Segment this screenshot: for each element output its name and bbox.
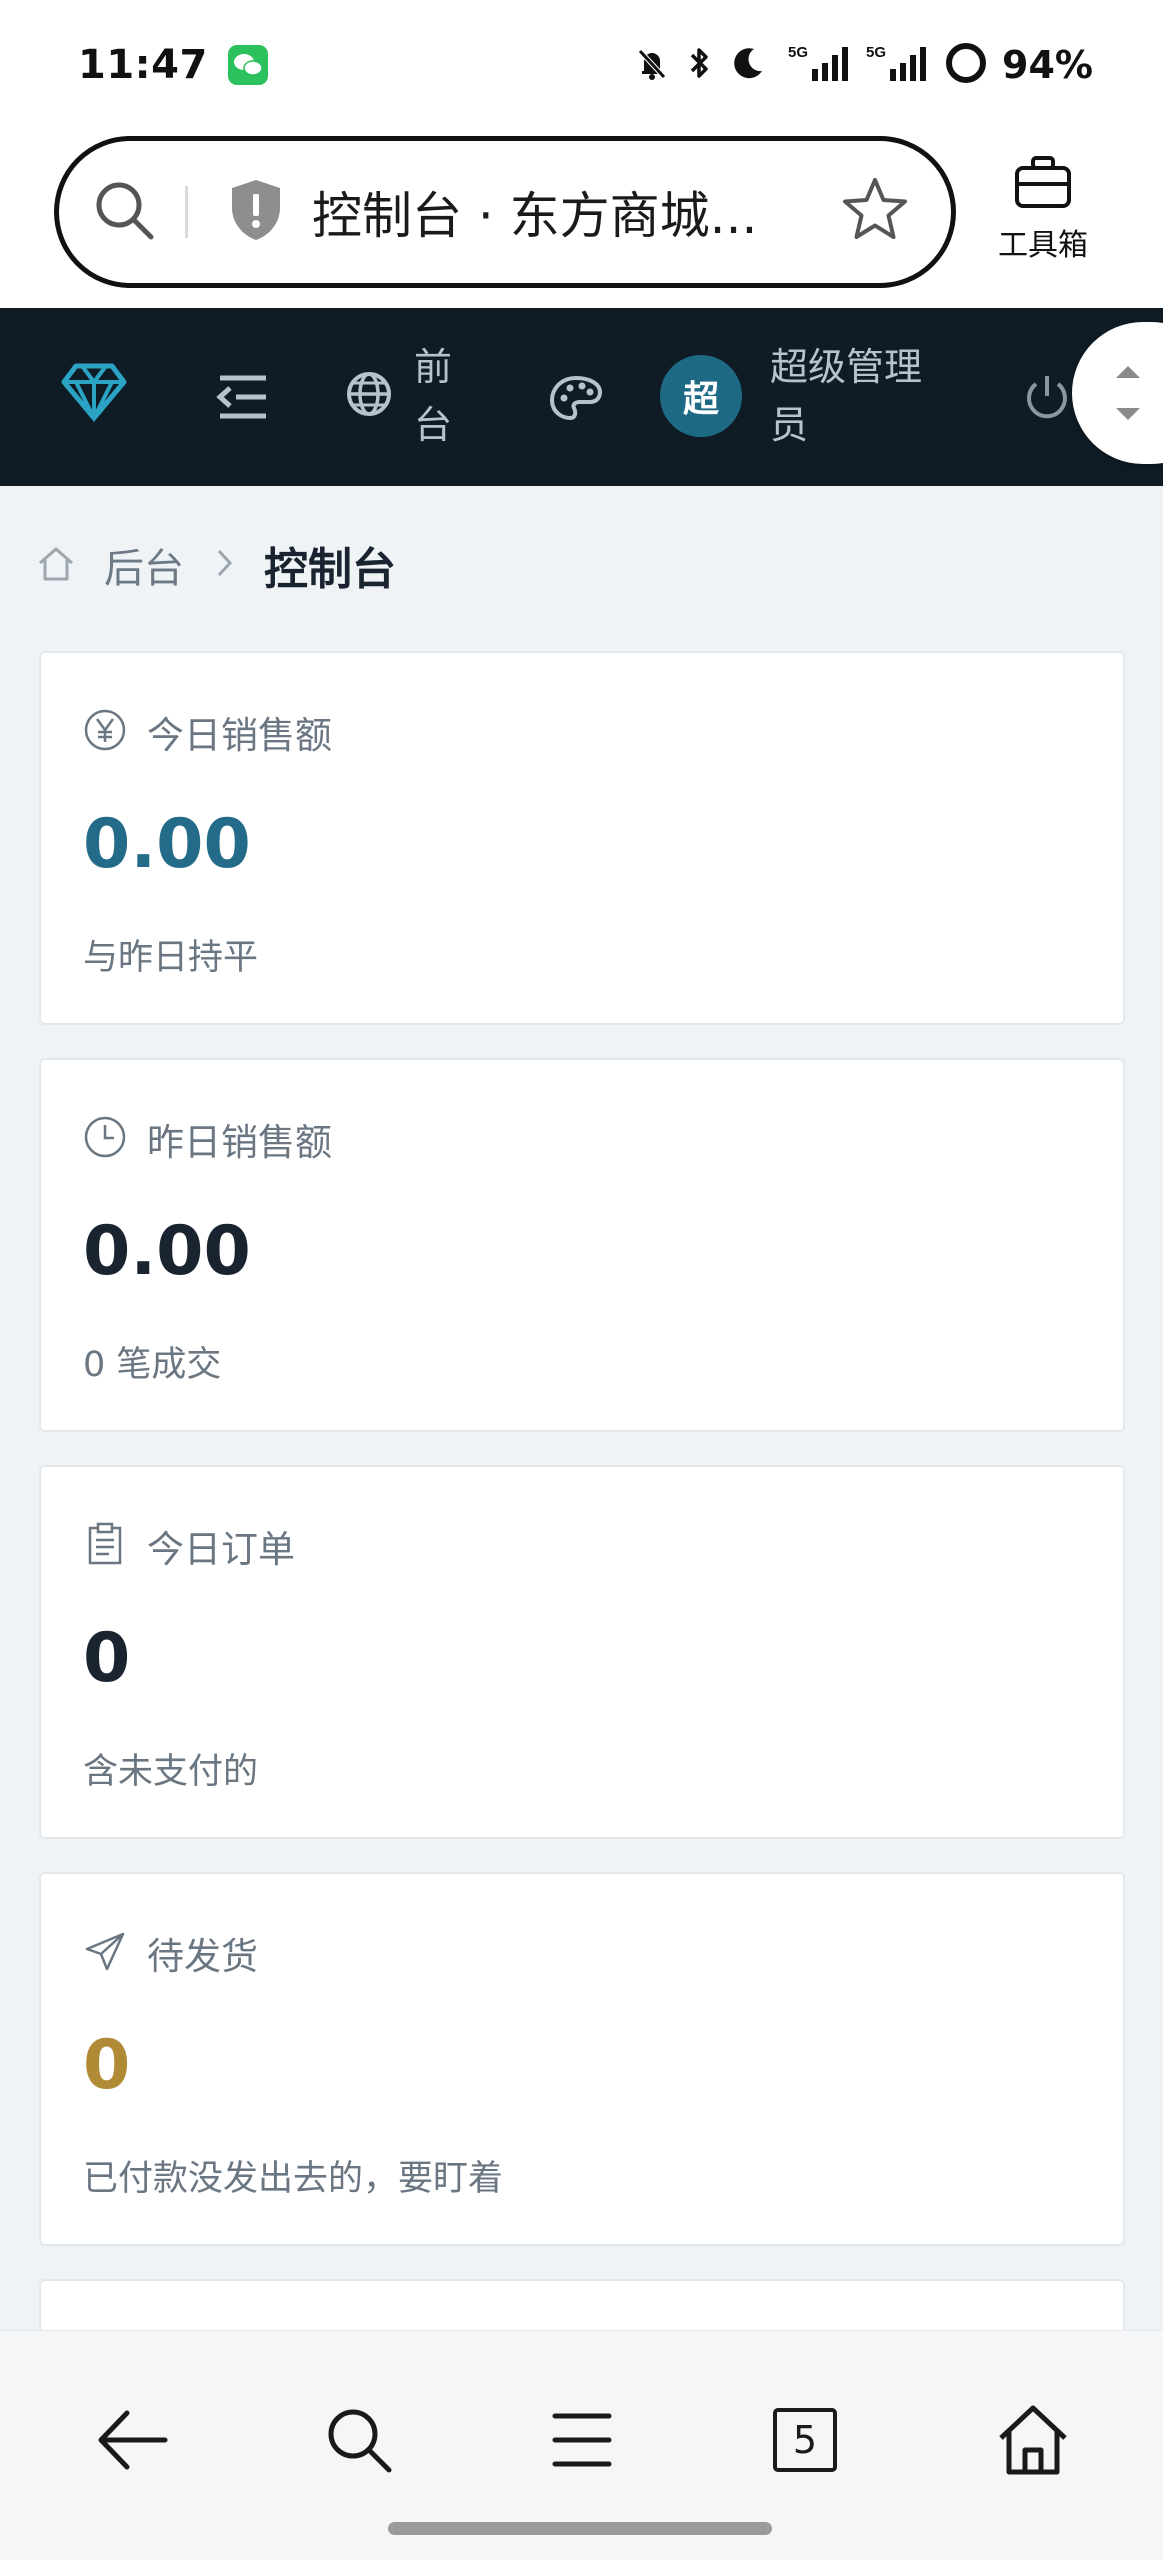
home-icon[interactable]: [36, 543, 76, 587]
toolbox-button[interactable]: 工具箱: [988, 154, 1098, 274]
frontend-link[interactable]: 前台: [344, 338, 458, 454]
card-title: 昨日销售额: [147, 1121, 332, 1164]
wechat-icon: [227, 45, 268, 85]
user-name: 超级管理员: [770, 345, 923, 447]
moon-icon: [728, 43, 768, 87]
card-note: 与昨日持平: [83, 938, 259, 978]
shield-icon[interactable]: [226, 176, 286, 248]
card-title: 今日订单: [147, 1528, 295, 1571]
stat-card-pending-shipment[interactable]: 待发货 0 已付款没发出去的，要盯着: [39, 1872, 1125, 2246]
card-note: 已付款没发出去的，要盯着: [83, 2159, 504, 2199]
avatar: 超: [660, 355, 742, 437]
home-icon: [999, 2405, 1067, 2475]
search-icon[interactable]: [89, 175, 159, 249]
power-icon[interactable]: [1022, 372, 1072, 422]
send-icon: [83, 1929, 127, 1977]
card-title: 待发货: [147, 1935, 258, 1978]
palette-icon[interactable]: [548, 374, 604, 422]
svg-text:5G: 5G: [788, 44, 808, 61]
card-value: 0.00: [83, 1212, 251, 1291]
bluetooth-icon: [686, 43, 714, 87]
browser-bar: 控制台 · 东方商城... 工具箱: [0, 130, 1163, 308]
breadcrumb: 后台 控制台: [36, 530, 396, 600]
clock-icon: [83, 1115, 127, 1163]
breadcrumb-current: 控制台: [264, 544, 396, 595]
signal-5g-icon: 5G: [782, 41, 852, 89]
card-note: 含未支付的: [83, 1752, 259, 1792]
diamond-logo-icon[interactable]: [60, 360, 128, 424]
status-bar: 11:47 5G 5G 94%: [0, 0, 1163, 130]
search-button[interactable]: [304, 2385, 414, 2495]
tab-count: 5: [773, 2408, 837, 2472]
scroll-up-icon: [1116, 366, 1140, 378]
admin-header: 前台 超 超级管理员: [0, 308, 1163, 486]
menu-collapse-icon[interactable]: [216, 372, 270, 422]
back-button[interactable]: [78, 2385, 188, 2495]
menu-icon: [552, 2413, 612, 2467]
menu-button[interactable]: [527, 2385, 637, 2495]
card-value: 0: [83, 1619, 131, 1698]
status-time: 11:47: [78, 42, 208, 88]
clipboard-icon: [83, 1522, 127, 1570]
address-divider: [185, 186, 188, 238]
search-icon: [328, 2409, 392, 2473]
page: 11:47 5G 5G 94% 控制台 · 东方商城... 工具箱 前台 超 超…: [0, 0, 1163, 2560]
yen-icon: [83, 708, 127, 756]
stat-card-today-orders[interactable]: 今日订单 0 含未支付的: [39, 1465, 1125, 1839]
star-icon[interactable]: [839, 174, 911, 250]
frontend-label: 前台: [414, 345, 453, 447]
toolbox-label: 工具箱: [998, 228, 1088, 263]
signal-5g-icon: 5G: [866, 41, 930, 89]
address-bar[interactable]: 控制台 · 东方商城...: [54, 136, 956, 288]
scroll-down-icon: [1116, 408, 1140, 420]
chevron-right-icon: [216, 546, 234, 584]
stat-card-today-sales[interactable]: 今日销售额 0.00 与昨日持平: [39, 651, 1125, 1025]
battery-ring-icon: [944, 41, 988, 89]
home-button[interactable]: [978, 2385, 1088, 2495]
page-title-in-address[interactable]: 控制台 · 东方商城...: [312, 176, 839, 248]
svg-text:5G: 5G: [866, 44, 886, 61]
mute-bell-icon: [632, 43, 672, 87]
home-indicator[interactable]: [388, 2522, 772, 2535]
user-menu[interactable]: 超 超级管理员: [660, 338, 950, 454]
back-arrow-icon: [98, 2410, 168, 2470]
breadcrumb-parent[interactable]: 后台: [104, 536, 184, 594]
card-value: 0.00: [83, 805, 251, 884]
toolbox-icon: [1013, 154, 1073, 214]
tabs-button[interactable]: 5: [750, 2385, 860, 2495]
battery-percent: 94%: [1002, 43, 1093, 87]
card-note: 0 笔成交: [83, 1345, 222, 1385]
stat-card-yesterday-sales[interactable]: 昨日销售额 0.00 0 笔成交: [39, 1058, 1125, 1432]
globe-icon: [344, 369, 394, 423]
card-value: 0: [83, 2026, 131, 2105]
card-title: 今日销售额: [147, 714, 332, 757]
